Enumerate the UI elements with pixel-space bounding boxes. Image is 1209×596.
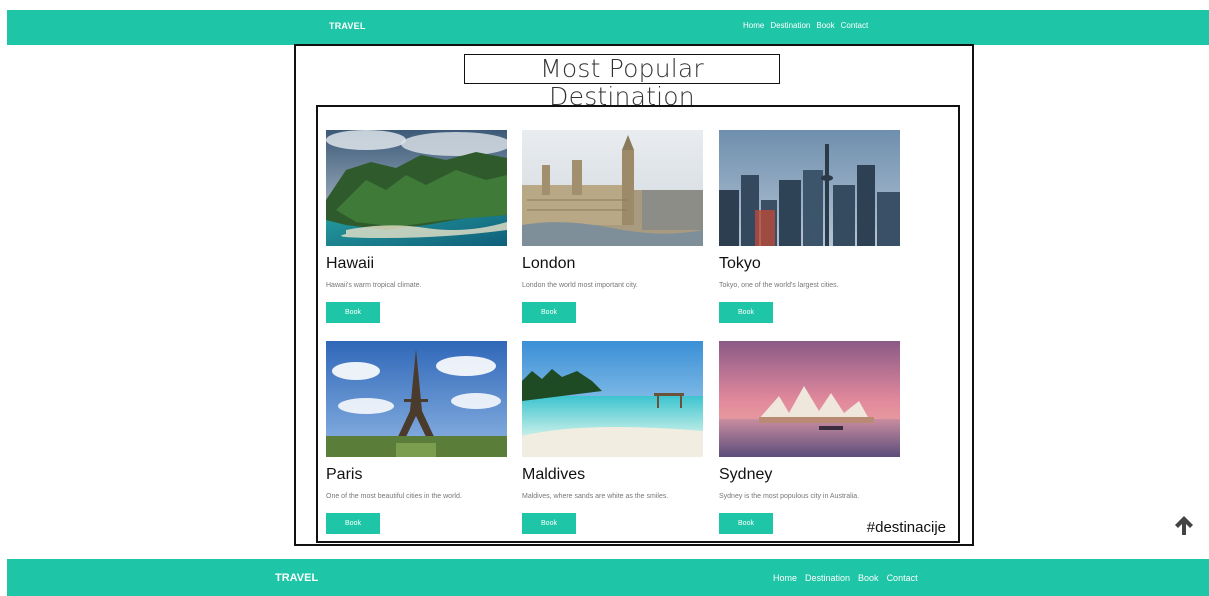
page-title: Most Popular Destination	[464, 54, 780, 111]
footer-destination-link[interactable]: Destination	[805, 573, 850, 583]
footer-contact-link[interactable]: Contact	[887, 573, 918, 583]
book-london-button[interactable]: Book	[522, 302, 576, 323]
nav-book-link[interactable]: Book	[816, 21, 834, 30]
card-title: London	[522, 255, 576, 272]
maldives-image	[522, 341, 703, 457]
footer-brand[interactable]: TRAVEL	[275, 572, 318, 584]
nav-destination-link[interactable]: Destination	[770, 21, 810, 30]
destination-card-paris: Paris One of the most beautiful cities i…	[326, 341, 508, 534]
destinations-section: Most Popular Destination Hawaii Hawaii's…	[294, 44, 974, 546]
destination-card-maldives: Maldives Maldives, where sands are white…	[522, 341, 704, 534]
arrow-up-icon[interactable]	[1173, 514, 1195, 536]
destination-card-tokyo: Tokyo Tokyo, one of the world's largest …	[719, 130, 901, 323]
card-title: Hawaii	[326, 255, 375, 272]
nav-home-link[interactable]: Home	[743, 21, 764, 30]
card-description: Maldives, where sands are white as the s…	[522, 493, 669, 500]
sydney-image	[719, 341, 900, 457]
card-description: London the world most important city.	[522, 282, 638, 289]
footer-home-link[interactable]: Home	[773, 573, 797, 583]
footer-nav-menu: Home Destination Book Contact	[773, 573, 918, 583]
top-navbar: TRAVEL Home Destination Book Contact	[7, 10, 1209, 45]
tokyo-image	[719, 130, 900, 246]
card-title: Maldives	[522, 466, 586, 483]
card-title: Sydney	[719, 466, 773, 483]
top-nav-menu: Home Destination Book Contact	[743, 21, 868, 30]
book-hawaii-button[interactable]: Book	[326, 302, 380, 323]
hashtag-label: #destinacije	[866, 519, 946, 536]
nav-contact-link[interactable]: Contact	[841, 21, 869, 30]
card-description: One of the most beautiful cities in the …	[326, 493, 462, 500]
card-title: Paris	[326, 466, 363, 483]
destination-card-hawaii: Hawaii Hawaii's warm tropical climate. B…	[326, 130, 508, 323]
card-description: Hawaii's warm tropical climate.	[326, 282, 422, 289]
book-sydney-button[interactable]: Book	[719, 513, 773, 534]
footer-bar: TRAVEL Home Destination Book Contact	[7, 559, 1209, 596]
card-description: Tokyo, one of the world's largest cities…	[719, 282, 839, 289]
hawaii-image	[326, 130, 507, 246]
book-tokyo-button[interactable]: Book	[719, 302, 773, 323]
destination-card-london: London London the world most important c…	[522, 130, 704, 323]
destination-grid: Hawaii Hawaii's warm tropical climate. B…	[316, 105, 960, 543]
card-title: Tokyo	[719, 255, 761, 272]
footer-book-link[interactable]: Book	[858, 573, 879, 583]
book-maldives-button[interactable]: Book	[522, 513, 576, 534]
book-paris-button[interactable]: Book	[326, 513, 380, 534]
brand-logo[interactable]: TRAVEL	[329, 21, 366, 31]
card-description: Sydney is the most populous city in Aust…	[719, 493, 860, 500]
destination-card-sydney: Sydney Sydney is the most populous city …	[719, 341, 901, 534]
paris-image	[326, 341, 507, 457]
london-image	[522, 130, 703, 246]
